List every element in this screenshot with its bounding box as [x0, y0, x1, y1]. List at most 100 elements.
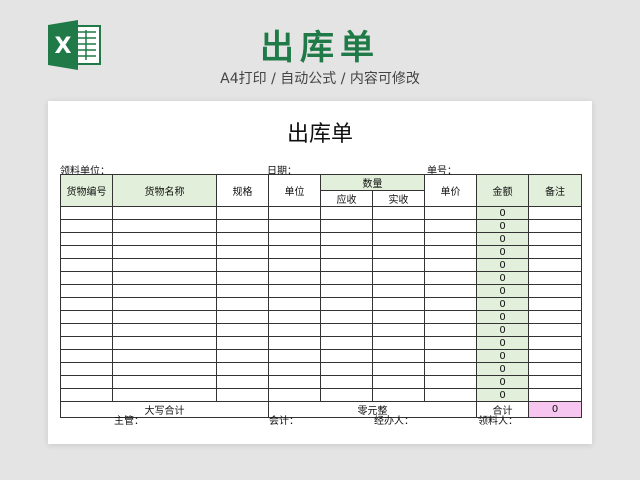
amount-cell[interactable]: 0: [476, 388, 529, 402]
table-cell[interactable]: [372, 323, 425, 337]
table-cell[interactable]: [60, 336, 113, 350]
table-cell[interactable]: [60, 323, 113, 337]
table-cell[interactable]: [216, 232, 269, 246]
table-cell[interactable]: [528, 349, 582, 363]
table-cell[interactable]: [60, 362, 113, 376]
table-cell[interactable]: [372, 206, 425, 220]
table-cell[interactable]: [268, 323, 321, 337]
table-cell[interactable]: [424, 284, 477, 298]
table-cell[interactable]: [216, 362, 269, 376]
table-cell[interactable]: [372, 388, 425, 402]
table-cell[interactable]: [320, 206, 373, 220]
amount-cell[interactable]: 0: [476, 219, 529, 233]
table-cell[interactable]: [60, 284, 113, 298]
table-cell[interactable]: [112, 388, 217, 402]
table-cell[interactable]: [112, 258, 217, 272]
table-cell[interactable]: [320, 323, 373, 337]
table-cell[interactable]: [112, 349, 217, 363]
table-cell[interactable]: [372, 310, 425, 324]
table-cell[interactable]: [216, 258, 269, 272]
table-cell[interactable]: [372, 297, 425, 311]
table-cell[interactable]: [528, 375, 582, 389]
amount-cell[interactable]: 0: [476, 362, 529, 376]
table-cell[interactable]: [60, 219, 113, 233]
amount-cell[interactable]: 0: [476, 297, 529, 311]
table-cell[interactable]: [424, 258, 477, 272]
table-cell[interactable]: [268, 362, 321, 376]
table-cell[interactable]: [372, 362, 425, 376]
table-cell[interactable]: [528, 271, 582, 285]
table-cell[interactable]: [528, 245, 582, 259]
table-cell[interactable]: [372, 245, 425, 259]
table-cell[interactable]: [60, 375, 113, 389]
table-cell[interactable]: [112, 323, 217, 337]
table-cell[interactable]: [320, 336, 373, 350]
table-cell[interactable]: [216, 284, 269, 298]
table-cell[interactable]: [372, 232, 425, 246]
table-cell[interactable]: [112, 362, 217, 376]
table-cell[interactable]: [528, 232, 582, 246]
table-cell[interactable]: [424, 362, 477, 376]
table-cell[interactable]: [216, 206, 269, 220]
table-cell[interactable]: [216, 271, 269, 285]
table-cell[interactable]: [372, 336, 425, 350]
amount-cell[interactable]: 0: [476, 375, 529, 389]
table-cell[interactable]: [216, 375, 269, 389]
table-cell[interactable]: [268, 375, 321, 389]
amount-cell[interactable]: 0: [476, 245, 529, 259]
table-cell[interactable]: [320, 232, 373, 246]
table-cell[interactable]: [528, 362, 582, 376]
table-cell[interactable]: [268, 297, 321, 311]
table-cell[interactable]: [60, 232, 113, 246]
table-cell[interactable]: [372, 284, 425, 298]
table-cell[interactable]: [528, 219, 582, 233]
table-cell[interactable]: [320, 388, 373, 402]
table-cell[interactable]: [372, 271, 425, 285]
table-cell[interactable]: [424, 245, 477, 259]
table-cell[interactable]: [268, 245, 321, 259]
table-cell[interactable]: [528, 206, 582, 220]
table-cell[interactable]: [320, 284, 373, 298]
table-cell[interactable]: [320, 375, 373, 389]
table-cell[interactable]: [216, 323, 269, 337]
table-cell[interactable]: [268, 232, 321, 246]
table-cell[interactable]: [60, 206, 113, 220]
table-cell[interactable]: [424, 336, 477, 350]
table-cell[interactable]: [112, 297, 217, 311]
table-cell[interactable]: [268, 349, 321, 363]
table-cell[interactable]: [424, 323, 477, 337]
table-cell[interactable]: [424, 349, 477, 363]
table-cell[interactable]: [60, 271, 113, 285]
table-cell[interactable]: [528, 284, 582, 298]
table-cell[interactable]: [528, 297, 582, 311]
table-cell[interactable]: [424, 206, 477, 220]
amount-cell[interactable]: 0: [476, 206, 529, 220]
table-cell[interactable]: [424, 219, 477, 233]
table-cell[interactable]: [372, 219, 425, 233]
table-cell[interactable]: [216, 336, 269, 350]
table-cell[interactable]: [320, 349, 373, 363]
table-cell[interactable]: [216, 297, 269, 311]
amount-cell[interactable]: 0: [476, 323, 529, 337]
table-cell[interactable]: [320, 245, 373, 259]
table-cell[interactable]: [268, 271, 321, 285]
amount-cell[interactable]: 0: [476, 310, 529, 324]
table-cell[interactable]: [320, 258, 373, 272]
table-cell[interactable]: [268, 219, 321, 233]
table-cell[interactable]: [112, 375, 217, 389]
table-cell[interactable]: [268, 258, 321, 272]
table-cell[interactable]: [528, 310, 582, 324]
table-cell[interactable]: [216, 219, 269, 233]
table-cell[interactable]: [424, 232, 477, 246]
table-cell[interactable]: [372, 349, 425, 363]
table-cell[interactable]: [60, 297, 113, 311]
amount-cell[interactable]: 0: [476, 349, 529, 363]
amount-cell[interactable]: 0: [476, 284, 529, 298]
table-cell[interactable]: [320, 297, 373, 311]
amount-cell[interactable]: 0: [476, 271, 529, 285]
table-cell[interactable]: [528, 323, 582, 337]
table-cell[interactable]: [424, 388, 477, 402]
table-cell[interactable]: [216, 388, 269, 402]
table-cell[interactable]: [268, 336, 321, 350]
table-cell[interactable]: [424, 297, 477, 311]
